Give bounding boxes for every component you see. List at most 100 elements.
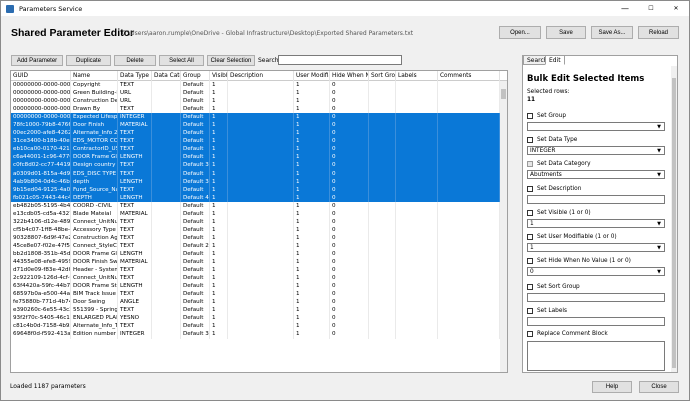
table-cell[interactable] [228, 290, 294, 299]
table-cell[interactable]: Default [181, 274, 210, 283]
table-row[interactable]: d71d0e09-f83e-42d0- Header - System TEXT De… [11, 266, 500, 275]
table-cell[interactable] [369, 129, 396, 138]
table-cell[interactable]: 0 [330, 169, 369, 178]
table-cell[interactable]: TEXT [118, 201, 152, 210]
table-cell[interactable]: Default [181, 225, 210, 234]
table-cell[interactable]: 1 [294, 89, 330, 98]
maximize-button[interactable]: ☐ [638, 1, 664, 16]
table-cell[interactable] [152, 169, 181, 178]
table-cell[interactable] [152, 121, 181, 130]
table-row[interactable]: 2c922109-126d-4cf-tConnect_UnitNumTEXT De… [11, 274, 500, 283]
table-cell[interactable]: Door Finish [71, 121, 118, 130]
table-cell[interactable]: URL [118, 97, 152, 106]
table-cell[interactable] [438, 209, 500, 218]
table-cell[interactable]: 0 [330, 225, 369, 234]
table-cell[interactable] [152, 129, 181, 138]
table-cell[interactable] [369, 169, 396, 178]
table-cell[interactable]: TEXT [118, 274, 152, 283]
table-cell[interactable] [228, 201, 294, 210]
table-cell[interactable]: 0 [330, 249, 369, 259]
table-row[interactable]: fe75880b-771d-4b74- Door Swing ANGLE Defaul… [11, 298, 500, 307]
table-cell[interactable] [369, 306, 396, 315]
select-all-button[interactable]: Select All [159, 55, 204, 66]
table-cell[interactable]: 1 [294, 225, 330, 234]
table-cell[interactable] [152, 177, 181, 186]
table-cell[interactable] [438, 266, 500, 275]
table-cell[interactable]: 45ce8e07-f02e-47f5-l [11, 241, 71, 250]
table-cell[interactable] [228, 249, 294, 259]
table-cell[interactable]: 93f2f70c-5405-46c1-8 [11, 314, 71, 323]
table-row[interactable]: e13cdb05-cd5a-4327- Blade Mateial MATERIAL… [11, 209, 500, 218]
table-cell[interactable]: 1 [210, 185, 228, 194]
table-cell[interactable]: LENGTH [118, 153, 152, 162]
table-cell[interactable] [228, 258, 294, 267]
table-cell[interactable] [438, 161, 500, 170]
set-user-modifiable-checkbox[interactable]: Set User Modifiable (1 or 0) [527, 234, 617, 240]
checkbox-box[interactable] [527, 234, 533, 240]
table-cell[interactable]: 1 [294, 185, 330, 194]
table-cell[interactable] [152, 201, 181, 210]
table-row[interactable]: 00000000-0000-0000-Expected LifespanINTE… [11, 113, 500, 122]
table-cell[interactable] [438, 185, 500, 194]
table-cell[interactable] [228, 145, 294, 154]
tab-edit[interactable]: Edit [545, 55, 565, 65]
sort-group-input[interactable] [527, 293, 665, 302]
table-cell[interactable]: 1 [294, 193, 330, 202]
grid-scroll-thumb[interactable] [501, 89, 506, 99]
table-cell[interactable] [152, 145, 181, 154]
table-cell[interactable]: 1 [294, 145, 330, 154]
table-cell[interactable] [396, 137, 438, 146]
table-cell[interactable] [438, 145, 500, 154]
table-cell[interactable] [369, 185, 396, 194]
table-cell[interactable]: 0 [330, 81, 369, 90]
table-cell[interactable]: 1 [210, 113, 228, 122]
table-cell[interactable] [396, 161, 438, 170]
table-cell[interactable] [438, 306, 500, 315]
table-cell[interactable]: MATERIAL [118, 258, 152, 267]
panel-scrollbar[interactable] [671, 66, 677, 372]
table-cell[interactable] [369, 298, 396, 307]
table-cell[interactable]: 0 [330, 97, 369, 106]
table-cell[interactable]: 0 [330, 322, 369, 331]
table-cell[interactable] [152, 185, 181, 194]
table-cell[interactable]: YESNO [118, 314, 152, 323]
table-cell[interactable]: COORD -CIVIL [71, 201, 118, 210]
set-hide-when-no-value-checkbox[interactable]: Set Hide When No Value (1 or 0) [527, 258, 631, 264]
table-cell[interactable]: 1 [294, 97, 330, 106]
table-row[interactable]: 00ec2000-afe8-4262-a Alternate_Info 2 TEXT… [11, 129, 500, 138]
column-header[interactable]: Name [71, 71, 118, 81]
table-cell[interactable]: DOOR Frame Stop [71, 282, 118, 291]
table-cell[interactable]: 1 [210, 290, 228, 299]
table-cell[interactable]: 1 [294, 274, 330, 283]
table-cell[interactable]: 0 [330, 121, 369, 130]
table-cell[interactable] [369, 177, 396, 186]
table-row[interactable]: 93f2f70c-5405-46c1-8 ENLARGED PLAN YESNO De… [11, 314, 500, 323]
table-cell[interactable]: LENGTH [118, 282, 152, 291]
set-sort-group-checkbox[interactable]: Set Sort Group [527, 284, 580, 290]
table-row[interactable]: 45ce8e07-f02e-47f5-lConnect_StyleCodTEXT… [11, 241, 500, 250]
table-cell[interactable]: TEXT [118, 185, 152, 194]
table-cell[interactable]: 1 [294, 241, 330, 250]
table-cell[interactable]: 0 [330, 330, 369, 339]
table-cell[interactable]: 0 [330, 314, 369, 323]
table-cell[interactable]: 1 [294, 306, 330, 315]
table-cell[interactable]: 00000000-0000-0000- [11, 113, 71, 122]
panel-scroll-thumb[interactable] [672, 78, 676, 368]
table-cell[interactable]: 1 [210, 209, 228, 218]
table-cell[interactable]: 69648f0d-f592-413a-8 [11, 330, 71, 339]
column-header[interactable]: User Modifia [294, 71, 330, 81]
table-cell[interactable] [396, 241, 438, 250]
table-cell[interactable] [369, 105, 396, 114]
table-cell[interactable] [152, 290, 181, 299]
table-cell[interactable]: 1 [294, 129, 330, 138]
table-cell[interactable]: Edition number [71, 330, 118, 339]
table-cell[interactable] [438, 89, 500, 98]
table-cell[interactable] [152, 105, 181, 114]
table-cell[interactable] [396, 314, 438, 323]
table-cell[interactable] [438, 121, 500, 130]
table-row[interactable]: eb482b05-5195-4b42- COORD -CIVIL TEXT Defau… [11, 201, 500, 210]
table-cell[interactable]: 0 [330, 233, 369, 242]
table-row[interactable]: a0309d01-815a-4d99- EDS_DISC TYPE TEXT Defa… [11, 169, 500, 178]
table-cell[interactable]: Default [181, 145, 210, 154]
table-cell[interactable] [228, 217, 294, 226]
